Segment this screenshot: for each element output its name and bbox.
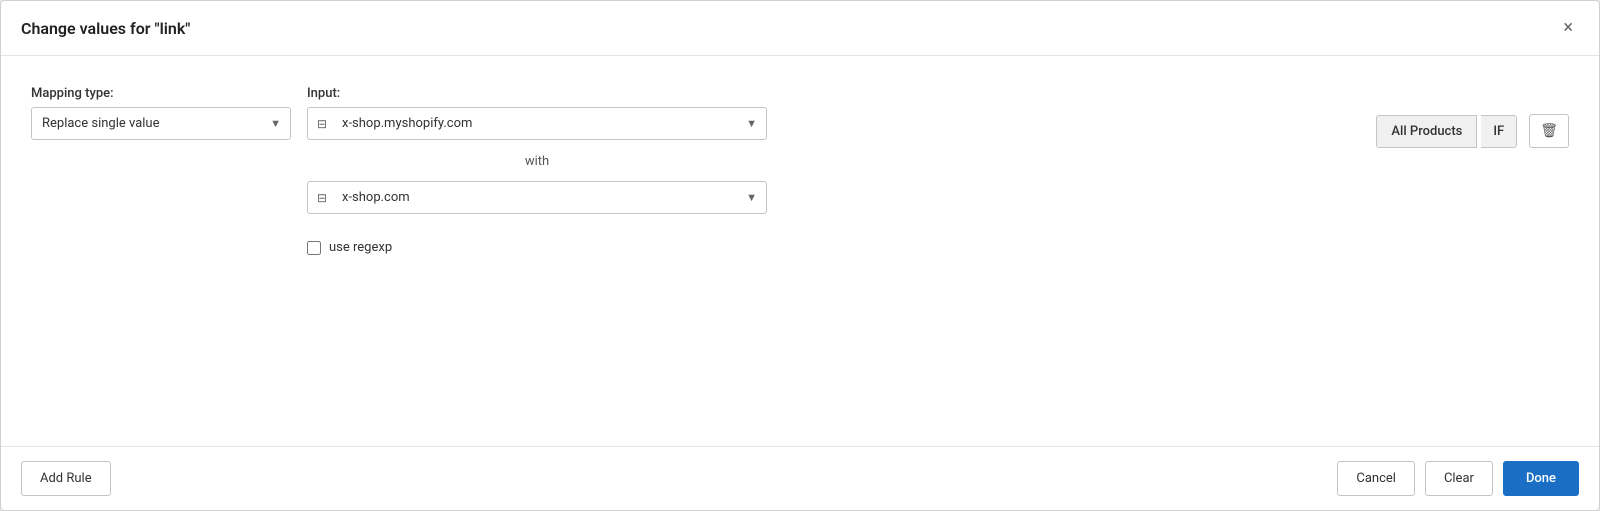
mapping-type-select[interactable]: Replace single value Replace multiple va…	[31, 107, 291, 140]
done-button[interactable]: Done	[1503, 461, 1579, 496]
close-button[interactable]: ×	[1557, 17, 1579, 39]
right-section: All Products IF 🗑	[783, 114, 1569, 148]
mapping-type-label: Mapping type:	[31, 86, 291, 101]
mapping-type-wrapper: Replace single value Replace multiple va…	[31, 107, 291, 140]
dialog-header: Change values for "link" ×	[1, 1, 1599, 56]
with-wrapper: ⊟ x-shop.com ▼	[307, 181, 767, 214]
footer-right: Cancel Clear Done	[1337, 461, 1579, 496]
middle-section: Input: ⊟ x-shop.myshopify.com ▼ with ⊟ x…	[307, 86, 767, 255]
dialog-title: Change values for "link"	[21, 19, 190, 38]
regexp-checkbox[interactable]	[307, 241, 321, 255]
delete-button[interactable]: 🗑	[1529, 114, 1569, 148]
clear-button[interactable]: Clear	[1425, 461, 1493, 496]
regexp-row: use regexp	[307, 240, 767, 255]
all-products-button[interactable]: All Products	[1376, 115, 1477, 148]
if-button[interactable]: IF	[1481, 115, 1517, 148]
cancel-button[interactable]: Cancel	[1337, 461, 1415, 496]
with-label: with	[307, 154, 767, 169]
dialog-footer: Add Rule Cancel Clear Done	[1, 446, 1599, 510]
with-select[interactable]: x-shop.com	[307, 181, 767, 214]
mapping-type-group: Mapping type: Replace single value Repla…	[31, 86, 291, 140]
add-rule-button[interactable]: Add Rule	[21, 461, 111, 496]
input-label: Input:	[307, 86, 767, 101]
input-select[interactable]: x-shop.myshopify.com	[307, 107, 767, 140]
dialog: Change values for "link" × Mapping type:…	[0, 0, 1600, 511]
trash-icon: 🗑	[1540, 123, 1558, 139]
input-wrapper: ⊟ x-shop.myshopify.com ▼	[307, 107, 767, 140]
rule-row: Mapping type: Replace single value Repla…	[31, 86, 1569, 255]
dialog-body: Mapping type: Replace single value Repla…	[1, 56, 1599, 446]
regexp-label: use regexp	[329, 240, 392, 255]
input-field-group: Input: ⊟ x-shop.myshopify.com ▼	[307, 86, 767, 140]
footer-left: Add Rule	[21, 461, 111, 496]
